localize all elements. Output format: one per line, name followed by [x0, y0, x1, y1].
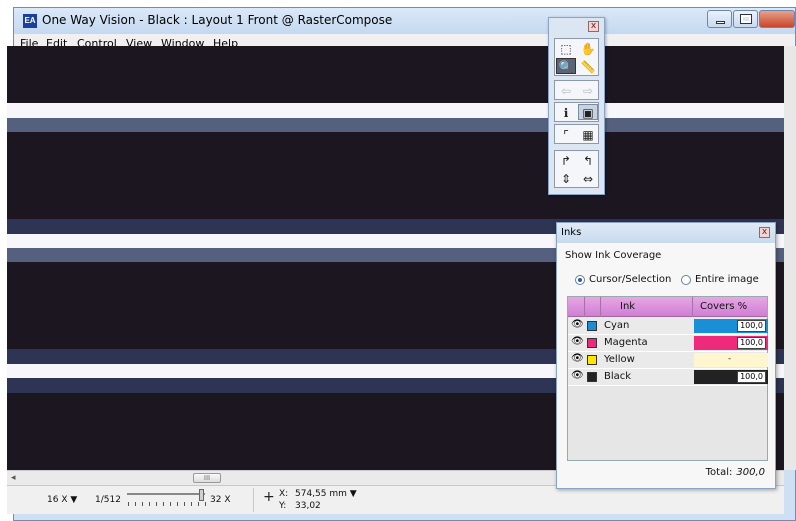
- table-row[interactable]: 👁 Cyan 100,0: [568, 318, 768, 335]
- zoom-slider[interactable]: [127, 493, 205, 495]
- coverage-value: 100,0: [737, 320, 766, 332]
- tool-group-select: ⬚ ✋ 🔍 📏: [554, 38, 599, 76]
- title-bar[interactable]: EA One Way Vision - Black : Layout 1 Fro…: [14, 8, 795, 34]
- column-ink[interactable]: Ink: [620, 301, 635, 312]
- measure-ruler-icon[interactable]: 📏: [578, 58, 598, 74]
- scroll-left-icon[interactable]: ◂: [11, 473, 16, 483]
- eye-visibility-icon[interactable]: 👁: [571, 319, 584, 330]
- status-separator: [253, 488, 254, 512]
- eye-visibility-icon[interactable]: 👁: [571, 370, 584, 381]
- corner-icon[interactable]: ⌜: [556, 126, 576, 142]
- flip-vertical-icon[interactable]: ⇕: [556, 170, 576, 186]
- tool-group-layout: ⌜ ▦: [554, 124, 599, 144]
- chevron-down-icon: ▼: [349, 489, 357, 499]
- total-coverage: Total: 300,0: [706, 467, 765, 478]
- grid-icon[interactable]: ▦: [578, 126, 598, 142]
- coverage-value: 100,0: [737, 337, 766, 349]
- coverage-bar: 100,0: [694, 336, 768, 350]
- total-value: 300,0: [736, 467, 765, 478]
- move-right-icon[interactable]: ⇨: [578, 82, 598, 98]
- crosshair-icon: +: [263, 489, 275, 505]
- inks-panel: Inks x Show Ink Coverage Cursor/Selectio…: [556, 222, 776, 489]
- ink-table-header: Ink Covers %: [568, 297, 767, 317]
- zoom-value: 16 X: [47, 495, 68, 505]
- show-ink-coverage-label: Show Ink Coverage: [565, 250, 662, 261]
- radio-cursor-selection[interactable]: Cursor/Selection: [575, 274, 671, 285]
- ink-name: Yellow: [604, 354, 635, 365]
- coverage-value: -: [728, 354, 732, 364]
- zoom-max-label: 32 X: [210, 495, 231, 505]
- column-covers[interactable]: Covers %: [700, 301, 747, 312]
- column-divider: [600, 297, 601, 317]
- stripe-white: [7, 103, 784, 118]
- ink-coverage-table: Ink Covers % 👁 Cyan 100,0 👁 Magenta 100,…: [567, 296, 768, 461]
- inks-panel-title: Inks: [561, 227, 582, 238]
- zoom-magnifier-icon[interactable]: 🔍: [556, 58, 576, 74]
- coverage-bar: 100,0: [694, 319, 768, 333]
- ink-name: Magenta: [604, 337, 648, 348]
- zoom-min-label: 1/512: [95, 495, 121, 505]
- column-divider: [692, 297, 693, 317]
- minimize-button[interactable]: [707, 10, 732, 28]
- y-coord-value: 33,02: [295, 501, 321, 511]
- flip-horizontal-icon[interactable]: ⇔: [578, 170, 598, 186]
- chevron-down-icon: ▼: [70, 495, 78, 505]
- radio-entire-image[interactable]: Entire image: [681, 274, 759, 285]
- y-coord-label: Y:: [279, 501, 287, 511]
- frame-icon[interactable]: ▣: [578, 104, 598, 120]
- app-logo-icon: EA: [23, 14, 37, 28]
- x-coord-label: X:: [279, 489, 289, 499]
- close-window-button[interactable]: [759, 10, 795, 28]
- status-bar: 16 X ▼ 1/512 32 X + X: 574,55 mm ▼ Y: 33…: [7, 485, 784, 514]
- hand-pan-icon[interactable]: ✋: [578, 40, 598, 56]
- table-row[interactable]: 👁 Magenta 100,0: [568, 335, 768, 352]
- table-row[interactable]: 👁 Black 100,0: [568, 369, 768, 386]
- tool-palette: x ⬚ ✋ 🔍 📏 ⇦ ⇨ ℹ ▣ ⌜ ▦ ↱ ↰ ⇕ ⇔: [548, 17, 605, 195]
- maximize-button[interactable]: [733, 10, 758, 28]
- total-label: Total:: [705, 467, 733, 478]
- rotate-right-icon[interactable]: ↱: [556, 152, 576, 168]
- zoom-select[interactable]: 16 X ▼: [47, 495, 77, 505]
- radio-selected-indicator: [575, 274, 585, 285]
- coverage-bar: 100,0: [694, 370, 768, 384]
- rotate-left-icon[interactable]: ↰: [578, 152, 598, 168]
- eye-visibility-icon[interactable]: 👁: [571, 336, 584, 347]
- table-row[interactable]: 👁 Yellow -: [568, 352, 768, 369]
- radio-label: Entire image: [695, 274, 759, 285]
- ink-name: Black: [604, 371, 632, 382]
- x-coord-select[interactable]: 574,55 mm ▼: [295, 489, 357, 499]
- inks-body: Show Ink Coverage Cursor/Selection Entir…: [557, 243, 775, 488]
- window-controls: [706, 10, 795, 30]
- tool-group-transform: ↱ ↰ ⇕ ⇔: [554, 150, 599, 188]
- ink-swatch-cyan: [587, 321, 597, 331]
- coverage-bar: -: [694, 353, 768, 367]
- coverage-value: 100,0: [737, 371, 766, 383]
- marquee-select-icon[interactable]: ⬚: [556, 40, 576, 56]
- zoom-slider-ticks: [128, 502, 206, 506]
- column-divider: [584, 297, 585, 317]
- scroll-thumb[interactable]: III: [193, 473, 221, 483]
- toolbox-close-button[interactable]: x: [588, 21, 599, 32]
- inks-title-bar[interactable]: Inks x: [557, 223, 775, 243]
- tool-group-move: ⇦ ⇨: [554, 80, 599, 100]
- maximize-icon: [740, 14, 752, 24]
- tool-group-info: ℹ ▣: [554, 102, 599, 122]
- eye-visibility-icon[interactable]: 👁: [571, 353, 584, 364]
- move-left-icon[interactable]: ⇦: [556, 82, 576, 98]
- ink-swatch-black: [587, 372, 597, 382]
- info-icon[interactable]: ℹ: [556, 104, 576, 120]
- stripe-blue: [7, 118, 784, 132]
- ink-name: Cyan: [604, 320, 630, 331]
- radio-unselected-indicator: [681, 274, 691, 285]
- vertical-scrollbar[interactable]: [784, 46, 796, 470]
- radio-label: Cursor/Selection: [589, 274, 672, 285]
- minimize-icon: [716, 21, 725, 24]
- zoom-slider-thumb[interactable]: [199, 489, 204, 501]
- ink-swatch-magenta: [587, 338, 597, 348]
- window-title: One Way Vision - Black : Layout 1 Front …: [42, 13, 393, 27]
- ink-swatch-yellow: [587, 355, 597, 365]
- inks-close-button[interactable]: x: [759, 227, 770, 238]
- x-coord-value: 574,55 mm: [295, 489, 347, 499]
